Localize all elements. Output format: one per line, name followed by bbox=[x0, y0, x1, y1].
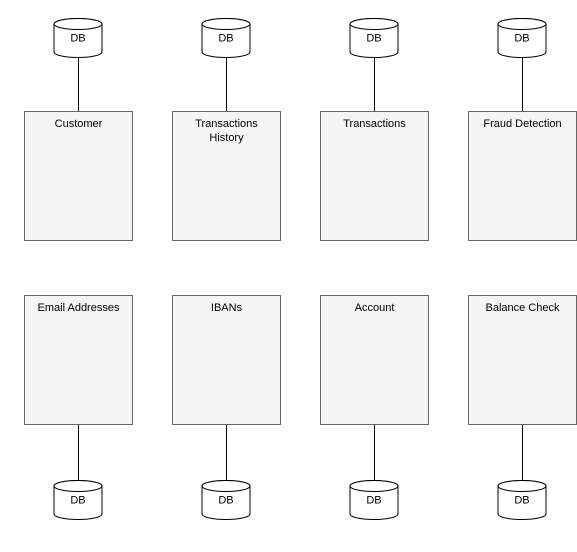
service-title: Fraud Detection bbox=[473, 118, 572, 132]
db-top-4: DB bbox=[497, 18, 547, 58]
connector bbox=[226, 425, 227, 480]
db-label: DB bbox=[366, 33, 381, 45]
connector bbox=[374, 425, 375, 480]
db-label: DB bbox=[514, 33, 529, 45]
architecture-diagram: DB DB DB DB Customer Transactions Histor… bbox=[0, 0, 577, 552]
service-title: Transactions History bbox=[177, 118, 276, 146]
service-transactions-history: Transactions History bbox=[172, 111, 281, 241]
service-title: IBANs bbox=[177, 302, 276, 316]
connector bbox=[226, 58, 227, 111]
service-title: Customer bbox=[29, 118, 128, 132]
db-top-3: DB bbox=[349, 18, 399, 58]
db-top-1: DB bbox=[53, 18, 103, 58]
db-bottom-2: DB bbox=[201, 480, 251, 520]
connector bbox=[522, 58, 523, 111]
connector bbox=[78, 425, 79, 480]
db-label: DB bbox=[514, 495, 529, 507]
service-title: Account bbox=[325, 302, 424, 316]
service-fraud-detection: Fraud Detection bbox=[468, 111, 577, 241]
db-bottom-4: DB bbox=[497, 480, 547, 520]
connector bbox=[522, 425, 523, 480]
service-balance-check: Balance Check bbox=[468, 295, 577, 425]
db-label: DB bbox=[218, 33, 233, 45]
service-account: Account bbox=[320, 295, 429, 425]
service-transactions: Transactions bbox=[320, 111, 429, 241]
service-customer: Customer bbox=[24, 111, 133, 241]
db-label: DB bbox=[70, 495, 85, 507]
connector bbox=[78, 58, 79, 111]
service-ibans: IBANs bbox=[172, 295, 281, 425]
service-title: Email Addresses bbox=[29, 302, 128, 316]
service-title: Balance Check bbox=[473, 302, 572, 316]
service-email-addresses: Email Addresses bbox=[24, 295, 133, 425]
service-title: Transactions bbox=[325, 118, 424, 132]
db-bottom-3: DB bbox=[349, 480, 399, 520]
db-label: DB bbox=[70, 33, 85, 45]
db-label: DB bbox=[366, 495, 381, 507]
db-label: DB bbox=[218, 495, 233, 507]
connector bbox=[374, 58, 375, 111]
db-bottom-1: DB bbox=[53, 480, 103, 520]
db-top-2: DB bbox=[201, 18, 251, 58]
